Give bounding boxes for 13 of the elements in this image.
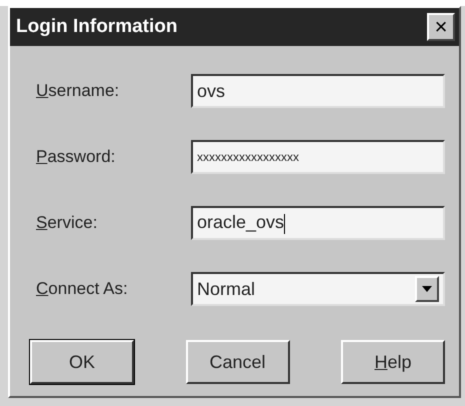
field-label: Username: <box>36 81 120 101</box>
input-field[interactable]: oracle_ovs <box>191 206 445 240</box>
window-title: Login Information <box>16 16 178 38</box>
close-button[interactable]: × <box>427 13 455 41</box>
field-label: Password: <box>36 147 116 167</box>
input-field[interactable]: xxxxxxxxxxxxxxxxx <box>191 140 445 174</box>
dropdown[interactable]: Normal <box>191 272 445 306</box>
input-field[interactable]: ovs <box>191 74 445 108</box>
dialog-button[interactable]: OK <box>30 340 134 384</box>
field-label: Service: <box>36 213 98 233</box>
field-label: Connect As: <box>36 279 129 299</box>
dialog-button[interactable]: Cancel <box>186 340 290 384</box>
dialog-button[interactable]: Help <box>341 340 445 384</box>
